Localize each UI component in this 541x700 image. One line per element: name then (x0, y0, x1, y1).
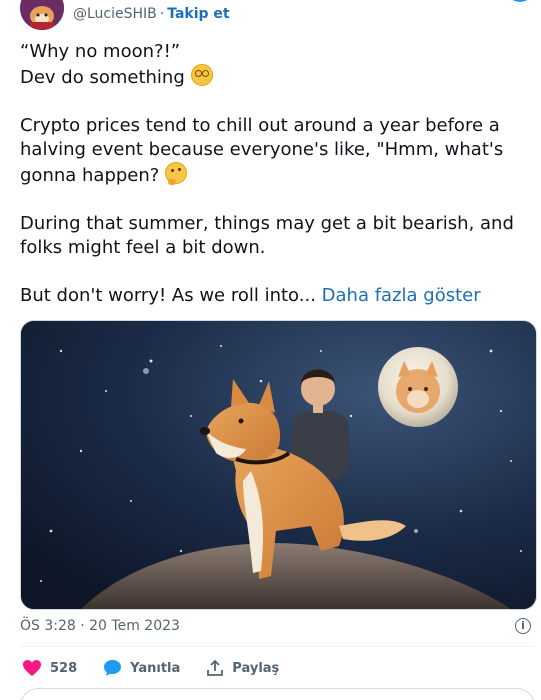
follow-button[interactable]: Takip et (167, 6, 229, 22)
divider (20, 646, 535, 647)
tweet-page: @LucieSHIB · Takip et “Why no moon?!” De… (0, 0, 541, 700)
like-button[interactable]: 528 (22, 659, 77, 677)
timestamp[interactable]: ÖS 3:28 · 20 Tem 2023 (20, 618, 180, 634)
author-handle[interactable]: @LucieSHIB (73, 6, 157, 22)
heart-icon (23, 660, 41, 676)
reply-button[interactable]: Yanıtla (103, 659, 180, 677)
tweet-text: “Why no moon?!” Dev do something Crypto … (20, 40, 525, 332)
tweet-paragraph-3: During that summer, things may get a bit… (20, 212, 525, 260)
twitter-logo-icon[interactable] (506, 0, 534, 2)
tweet-paragraph-2: Crypto prices tend to chill out around a… (20, 114, 525, 188)
thinking-face-emoji-icon (165, 162, 188, 185)
action-bar: 528 Yanıtla Paylaş (22, 657, 305, 679)
separator-dot: · (159, 6, 165, 22)
author-handle-row: @LucieSHIB · Takip et (73, 6, 230, 22)
tweet-line-2: Dev do something (20, 67, 185, 88)
tweet-line-1: “Why no moon?!” (20, 41, 181, 62)
chat-bubble-icon (104, 660, 122, 676)
share-icon (207, 659, 224, 676)
like-count: 528 (50, 660, 78, 676)
show-more-link[interactable]: Daha fazla göster (322, 285, 481, 306)
share-label: Paylaş (232, 660, 280, 676)
moon-dog-illustration (21, 321, 536, 609)
tweet-paragraph-2-text: Crypto prices tend to chill out around a… (20, 115, 504, 186)
tweet-header: @LucieSHIB · Takip et (18, 0, 538, 30)
timestamp-row: ÖS 3:28 · 20 Tem 2023 i (20, 618, 535, 638)
avatar[interactable] (20, 0, 64, 30)
read-replies-button[interactable] (20, 688, 535, 700)
share-button[interactable]: Paylaş (206, 659, 279, 677)
dizzy-face-emoji-icon (190, 64, 213, 86)
tweet-paragraph-1: “Why no moon?!” Dev do something (20, 40, 525, 90)
tweet-image[interactable] (20, 320, 537, 610)
tweet-paragraph-4-text: But don't worry! As we roll into... (20, 285, 316, 306)
tweet-paragraph-3-text: During that summer, things may get a bit… (20, 213, 514, 258)
reply-label: Yanıtla (130, 660, 181, 676)
tweet-paragraph-4: But don't worry! As we roll into... Daha… (20, 284, 525, 308)
info-icon[interactable]: i (515, 618, 531, 634)
